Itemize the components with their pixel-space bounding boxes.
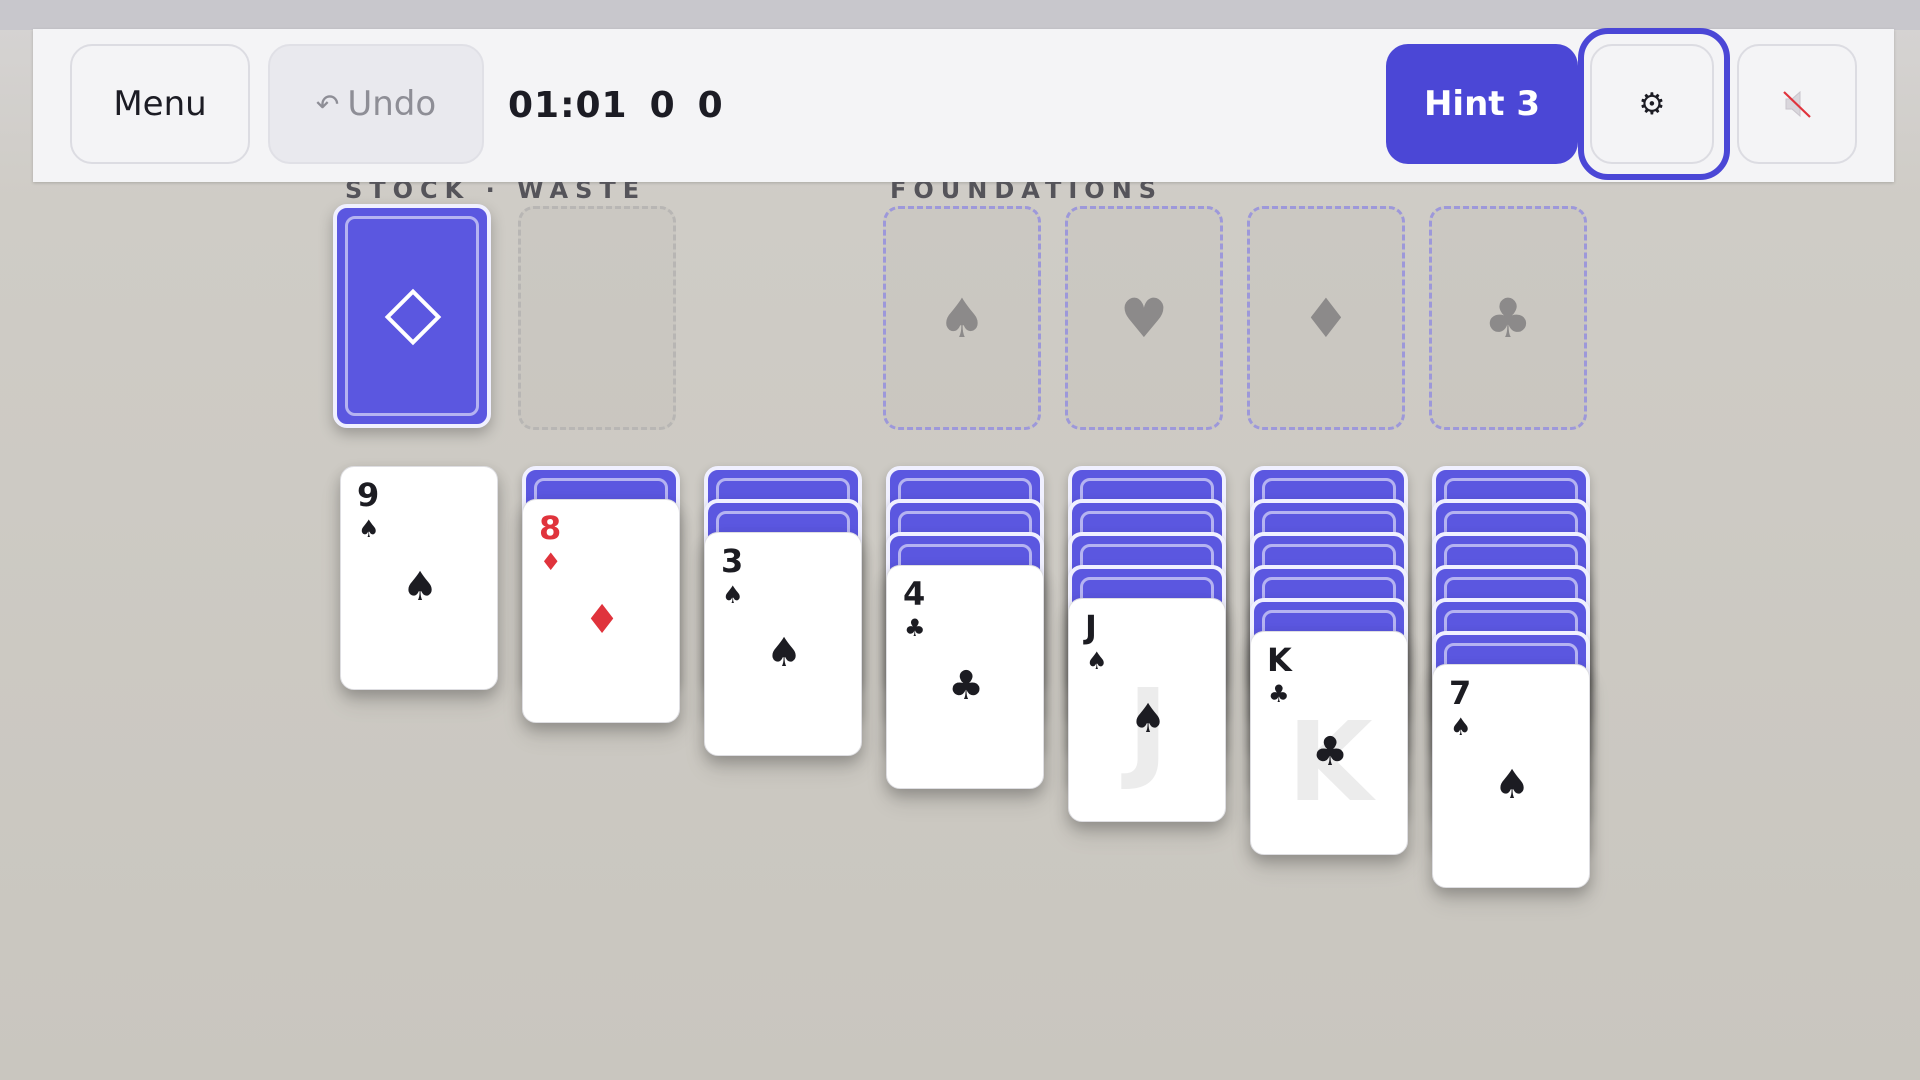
tableau-card[interactable]: J J ♠ ♠	[1068, 598, 1226, 822]
stock-pile[interactable]	[333, 204, 491, 428]
undo-button[interactable]: ↶ Undo	[268, 44, 484, 164]
menu-button-label: Menu	[113, 84, 207, 124]
club-icon: ♣	[1483, 286, 1533, 350]
card-suit-small: ♣	[904, 614, 926, 642]
card-rank: J	[1085, 608, 1097, 646]
card-suit-center: ♠	[1130, 696, 1166, 742]
card-suit-center: ♠	[1494, 762, 1530, 808]
card-suit-small: ♦	[540, 548, 562, 576]
foundation-clubs[interactable]: ♣	[1429, 206, 1587, 430]
tableau-card[interactable]: 8 ♦ ♦	[522, 499, 680, 723]
card-suit-center: ♠	[766, 630, 802, 676]
score: 0	[697, 84, 724, 126]
card-rank: 4	[903, 575, 926, 613]
browser-top-strip	[0, 0, 1920, 30]
undo-button-label: Undo	[347, 84, 437, 124]
card-suit-center: ♠	[402, 564, 438, 610]
card-rank: K	[1267, 641, 1292, 679]
moves-count: 0	[649, 84, 676, 126]
card-suit-center: ♣	[1312, 729, 1348, 775]
diamond-icon: ♦	[1301, 286, 1351, 350]
card-suit-center: ♣	[948, 663, 984, 709]
card-rank: 8	[539, 509, 562, 547]
menu-button[interactable]: Menu	[70, 44, 250, 164]
tableau-card[interactable]: K K ♣ ♣	[1250, 631, 1408, 855]
sound-toggle-button[interactable]	[1737, 44, 1857, 164]
card-rank: 3	[721, 542, 744, 580]
settings-button[interactable]: ⚙	[1590, 44, 1714, 164]
settings-icon: ⚙	[1638, 86, 1666, 122]
heart-icon: ♥	[1119, 286, 1169, 350]
timer: 01:01	[508, 84, 628, 126]
card-suit-center: ♦	[584, 597, 620, 643]
waste-pile[interactable]	[518, 206, 676, 430]
undo-icon: ↶	[315, 87, 340, 121]
foundation-hearts[interactable]: ♥	[1065, 206, 1223, 430]
foundation-diamonds[interactable]: ♦	[1247, 206, 1405, 430]
card-rank: 9	[357, 476, 380, 514]
game-status: 01:01 0 0	[508, 80, 746, 130]
card-suit-small: ♠	[1450, 713, 1472, 741]
muted-speaker-icon	[1783, 90, 1811, 118]
hint-button[interactable]: Hint 3	[1386, 44, 1578, 164]
card-suit-small: ♠	[722, 581, 744, 609]
card-rank: 7	[1449, 674, 1472, 712]
tableau-card[interactable]: 9 ♠ ♠	[340, 466, 498, 690]
tableau-card[interactable]: 3 ♠ ♠	[704, 532, 862, 756]
tableau-card[interactable]: 4 ♣ ♣	[886, 565, 1044, 789]
spade-icon: ♠	[937, 286, 987, 350]
hint-button-label: Hint 3	[1423, 84, 1541, 124]
tableau-card[interactable]: 7 ♠ ♠	[1432, 664, 1590, 888]
diamond-outline-icon	[384, 288, 442, 346]
foundation-spades[interactable]: ♠	[883, 206, 1041, 430]
card-suit-small: ♠	[358, 515, 380, 543]
